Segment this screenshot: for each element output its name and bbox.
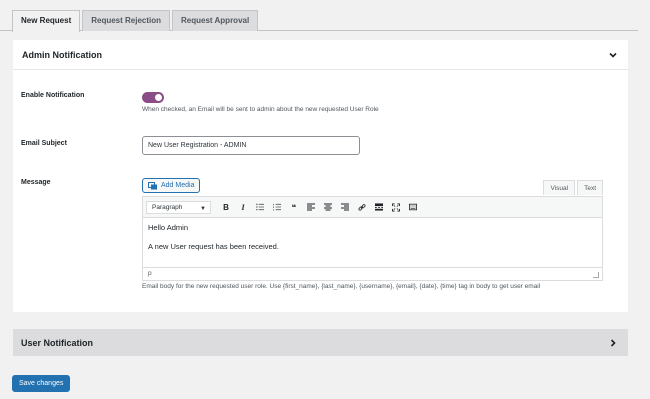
tab-request-rejection[interactable]: Request Rejection (82, 10, 171, 31)
save-changes-button[interactable]: Save changes (12, 375, 71, 392)
editor-toolbar: Paragraph ▼ B I ❝ (143, 197, 602, 218)
align-right-icon[interactable] (341, 202, 349, 212)
editor-statusbar: p (143, 267, 602, 280)
align-left-icon[interactable] (307, 202, 315, 212)
numbered-list-icon[interactable] (273, 202, 281, 212)
chevron-down-icon: ▼ (200, 205, 206, 212)
bullet-list-icon[interactable] (256, 202, 264, 212)
email-subject-label: Email Subject (21, 140, 67, 147)
add-media-button[interactable]: Add Media (142, 178, 201, 193)
fullscreen-icon[interactable] (392, 202, 400, 212)
content-line: A new User request has been received. (148, 242, 279, 251)
admin-notification-header[interactable]: Admin Notification (13, 40, 628, 70)
resize-handle-icon[interactable] (593, 272, 599, 278)
toggle-knob (155, 94, 162, 101)
enable-notification-description: When checked, an Email will be sent to a… (142, 106, 379, 113)
format-select-value: Paragraph (152, 203, 183, 211)
enable-notification-label: Enable Notification (21, 92, 85, 99)
tab-request-approval[interactable]: Request Approval (172, 10, 259, 31)
toolbar-toggle-icon[interactable] (409, 202, 417, 212)
email-subject-input[interactable]: New User Registration - ADMIN (142, 136, 360, 155)
enable-notification-toggle[interactable] (142, 92, 164, 103)
media-icon (148, 181, 158, 190)
add-media-label: Add Media (161, 182, 195, 189)
chevron-down-icon[interactable] (608, 50, 618, 60)
message-editor: Paragraph ▼ B I ❝ Hello Admin A new User… (142, 196, 603, 281)
format-select[interactable]: Paragraph ▼ (146, 200, 211, 214)
admin-notification-title: Admin Notification (22, 49, 102, 60)
user-notification-panel[interactable]: User Notification (13, 329, 628, 356)
tab-text[interactable]: Text (577, 180, 603, 195)
editor-content[interactable]: Hello Admin A new User request has been … (143, 218, 602, 267)
notification-tabs: New Request Request Rejection Request Ap… (12, 10, 260, 32)
blockquote-icon[interactable]: ❝ (290, 202, 298, 212)
tab-visual[interactable]: Visual (543, 180, 576, 195)
message-label: Message (21, 179, 51, 186)
content-line: Hello Admin (148, 223, 189, 232)
link-icon[interactable] (358, 202, 366, 212)
email-body-description: Email body for the new requested user ro… (142, 283, 541, 290)
bold-icon[interactable]: B (222, 202, 230, 212)
editor-mode-tabs: Visual Text (543, 180, 603, 195)
tab-new-request[interactable]: New Request (12, 10, 81, 32)
chevron-right-icon[interactable] (608, 338, 618, 348)
user-notification-title: User Notification (21, 337, 94, 348)
element-path: p (148, 270, 152, 277)
read-more-icon[interactable] (375, 202, 383, 212)
admin-notification-panel: Admin Notification Enable Notification W… (13, 40, 628, 312)
italic-icon[interactable]: I (239, 202, 247, 212)
align-center-icon[interactable] (324, 202, 332, 212)
